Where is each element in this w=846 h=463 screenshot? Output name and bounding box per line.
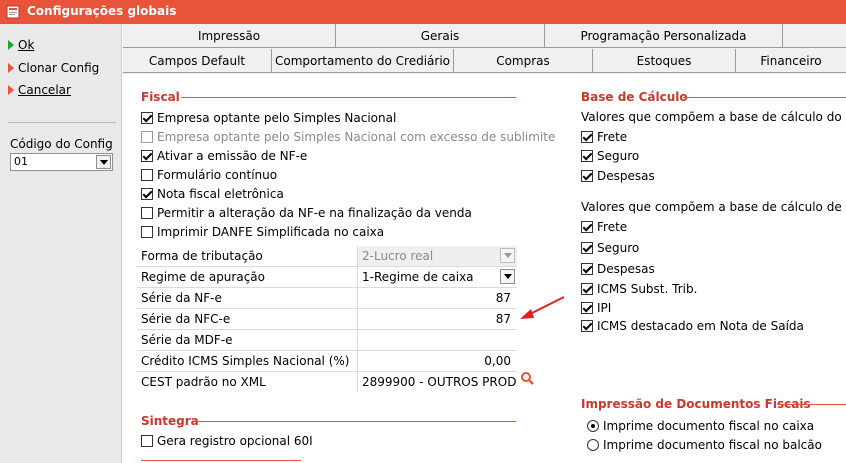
credito-icms-label: Crédito ICMS Simples Nacional (%) xyxy=(141,354,350,368)
checkbox-icms-seguro[interactable]: Seguro xyxy=(581,149,639,166)
checkbox-checked-icon xyxy=(581,302,593,314)
tab-programacao-personalizada[interactable]: Programação Personalizada xyxy=(545,24,783,48)
tab-overflow[interactable] xyxy=(783,24,846,48)
forma-tributacao-label: Forma de tributação xyxy=(141,249,263,263)
divider xyxy=(181,97,516,98)
checkbox-checked-icon xyxy=(581,170,593,182)
checkbox-pis-despesas[interactable]: Despesas xyxy=(581,262,655,279)
tab-estoques[interactable]: Estoques xyxy=(593,49,736,73)
divider xyxy=(683,97,846,98)
radio-icon xyxy=(587,439,599,451)
credito-icms-input[interactable]: 0,00 xyxy=(357,351,517,371)
regime-apuracao-label: Regime de apuração xyxy=(141,270,265,284)
config-code-label: Código do Config xyxy=(10,137,113,151)
checkbox-icon xyxy=(141,435,153,447)
tab-comportamento-crediario[interactable]: Comportamento do Crediário xyxy=(272,49,454,73)
sintegra-section-title: Sintegra xyxy=(141,414,199,428)
divider xyxy=(197,421,516,422)
field-row: Crédito ICMS Simples Nacional (%) 0,00 xyxy=(137,351,517,372)
chevron-down-icon[interactable] xyxy=(96,155,111,169)
checkbox-icon xyxy=(141,226,153,238)
icms-caption: Valores que compõem a base de cálculo do… xyxy=(581,110,846,124)
cancel-button[interactable]: Cancelar xyxy=(8,83,71,101)
checkbox-checked-icon xyxy=(581,263,593,275)
checkbox-nota-fiscal-eletronica[interactable]: Nota fiscal eletrônica xyxy=(141,187,284,204)
radio-imprime-caixa[interactable]: Imprime documento fiscal no caixa xyxy=(587,419,814,436)
checkbox-pis-ipi[interactable]: IPI xyxy=(581,301,611,318)
checkbox-checked-icon xyxy=(581,150,593,162)
tab-financeiro[interactable]: Financeiro xyxy=(736,49,846,73)
checkbox-checked-icon xyxy=(581,221,593,233)
field-row: Forma de tributação 2-Lucro real xyxy=(137,246,517,267)
serie-mdfe-label: Série da MDF-e xyxy=(141,333,233,347)
sidebar: Ok Clonar Config Cancelar Código do Conf… xyxy=(0,24,122,463)
field-row: Série da NF-e 87 xyxy=(137,288,517,309)
checkbox-registro-60i[interactable]: Gera registro opcional 60I xyxy=(141,434,313,451)
checkbox-ativar-nfe[interactable]: Ativar a emissão de NF-e xyxy=(141,149,307,166)
checkbox-danfe-simplificada[interactable]: Imprimir DANFE Simplificada no caixa xyxy=(141,225,384,242)
chevron-down-icon xyxy=(500,248,515,263)
checkbox-checked-icon xyxy=(581,320,593,332)
field-row: Série da NFC-e 87 xyxy=(137,309,517,330)
tab-impressao[interactable]: Impressão xyxy=(123,24,336,48)
checkbox-checked-icon xyxy=(141,112,153,124)
checkbox-permitir-alteracao-nfe[interactable]: Permitir a alteração da NF-e na finaliza… xyxy=(141,206,472,223)
regime-apuracao-select[interactable]: 1-Regime de caixa xyxy=(357,267,517,287)
tab-gerais[interactable]: Gerais xyxy=(336,24,545,48)
checkbox-icms-despesas[interactable]: Despesas xyxy=(581,169,655,186)
checkbox-checked-icon xyxy=(141,150,153,162)
chevron-down-icon[interactable] xyxy=(500,269,515,284)
play-icon xyxy=(8,85,14,95)
checkbox-checked-icon xyxy=(581,242,593,254)
serie-mdfe-input[interactable] xyxy=(357,330,517,350)
checkbox-icms-frete[interactable]: Frete xyxy=(581,130,627,147)
tab-campos-default[interactable]: Campos Default xyxy=(123,49,272,73)
checkbox-simples-sublimite: Empresa optante pelo Simples Nacional co… xyxy=(141,130,555,147)
checkbox-pis-seguro[interactable]: Seguro xyxy=(581,241,639,258)
title-bar: Configurações globais xyxy=(0,0,846,24)
clone-config-button[interactable]: Clonar Config xyxy=(8,61,99,79)
main-panel: Fiscal Empresa optante pelo Simples Naci… xyxy=(123,74,846,463)
sidebar-divider xyxy=(8,122,116,123)
radio-imprime-balcao[interactable]: Imprime documento fiscal no balcão xyxy=(587,438,822,455)
serie-nfce-label: Série da NFC-e xyxy=(141,312,231,326)
tab-bar: Impressão Gerais Programação Personaliza… xyxy=(123,24,846,74)
pis-caption: Valores que compõem a base de cálculo de… xyxy=(581,200,846,214)
forma-tributacao-select: 2-Lucro real xyxy=(357,246,517,266)
cest-input[interactable]: 2899900 - OUTROS PRODUTC xyxy=(357,372,517,392)
checkbox-pis-frete[interactable]: Frete xyxy=(581,220,627,237)
window-title: Configurações globais xyxy=(27,4,177,18)
config-code-select[interactable]: 01 xyxy=(10,153,113,171)
field-row: Regime de apuração 1-Regime de caixa xyxy=(137,267,517,288)
checkbox-simples-nacional[interactable]: Empresa optante pelo Simples Nacional xyxy=(141,111,396,128)
fiscal-section-title: Fiscal xyxy=(141,90,180,104)
annotation-arrow-icon xyxy=(520,296,565,319)
divider xyxy=(141,460,301,461)
checkbox-pis-icms-destacado[interactable]: ICMS destacado em Nota de Saída xyxy=(581,319,804,336)
serie-nfe-input[interactable]: 87 xyxy=(357,288,517,308)
base-calculo-section-title: Base de Cálculo xyxy=(581,90,688,104)
play-icon xyxy=(8,63,14,73)
divider xyxy=(777,404,846,405)
tab-compras[interactable]: Compras xyxy=(454,49,593,73)
play-icon xyxy=(8,40,14,50)
serie-nfce-input[interactable]: 87 xyxy=(357,309,517,329)
search-icon[interactable] xyxy=(520,371,536,387)
checkbox-checked-icon xyxy=(141,188,153,200)
checkbox-icon xyxy=(141,131,153,143)
field-row: Série da MDF-e xyxy=(137,330,517,351)
cest-label: CEST padrão no XML xyxy=(141,375,266,389)
field-row: CEST padrão no XML 2899900 - OUTROS PROD… xyxy=(137,372,517,393)
app-icon xyxy=(6,5,20,19)
checkbox-checked-icon xyxy=(581,283,593,295)
checkbox-checked-icon xyxy=(581,131,593,143)
checkbox-formulario-continuo[interactable]: Formulário contínuo xyxy=(141,168,277,185)
ok-button[interactable]: Ok xyxy=(8,38,34,56)
checkbox-icon xyxy=(141,169,153,181)
serie-nfe-label: Série da NF-e xyxy=(141,291,222,305)
checkbox-icon xyxy=(141,207,153,219)
checkbox-pis-icms-st[interactable]: ICMS Subst. Trib. xyxy=(581,282,697,299)
radio-selected-icon xyxy=(587,420,599,432)
